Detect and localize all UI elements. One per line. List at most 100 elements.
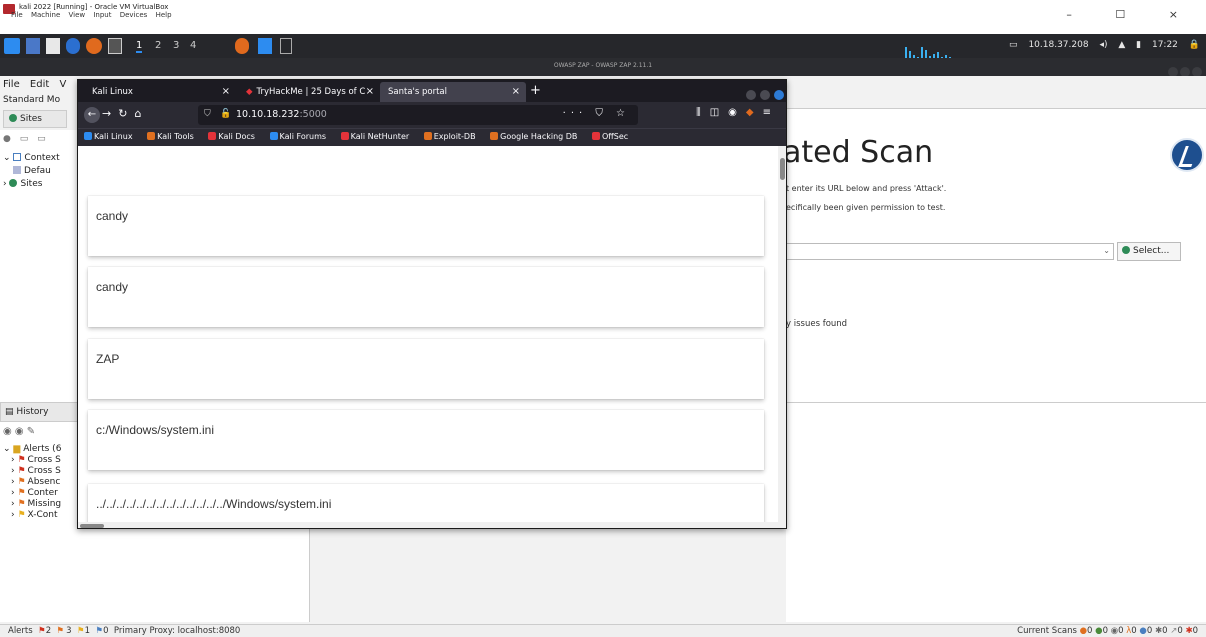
tree-sites[interactable]: › Sites — [3, 178, 60, 191]
reload-icon[interactable]: ↻ — [118, 107, 134, 120]
network-icon[interactable]: ▭ — [1009, 40, 1018, 50]
alert-item[interactable]: › ⚑ Missing — [3, 499, 61, 510]
zap-menu-view[interactable]: V — [59, 79, 66, 90]
back-icon[interactable]: ← — [84, 107, 100, 123]
alert-item[interactable]: › ⚑ Absenc — [3, 477, 61, 488]
firefox-task-icon[interactable] — [235, 38, 249, 54]
page-actions[interactable]: ··· ⛉ ☆ — [563, 108, 630, 119]
files-icon[interactable] — [46, 38, 60, 54]
close-tab-icon[interactable]: × — [512, 86, 520, 97]
zap-window-title: OWASP ZAP - OWASP ZAP 2.11.1 — [553, 62, 653, 69]
extension-icon[interactable]: ◆ — [746, 107, 763, 118]
insecure-lock-icon[interactable]: 🔓 — [220, 109, 231, 119]
library-icon[interactable]: ⫼ — [696, 107, 710, 118]
home-icon[interactable]: ⌂ — [134, 107, 148, 120]
menu-view[interactable]: View — [69, 11, 86, 19]
battery-icon[interactable]: ▮ — [1136, 40, 1141, 50]
alerts-toolbar[interactable]: ◉ ◉ ✎ — [3, 426, 35, 437]
zap-menu-file[interactable]: File — [3, 79, 20, 90]
bookmark-kali-docs[interactable]: Kali Docs — [208, 132, 261, 141]
flag-icon: ⚑ — [17, 466, 26, 476]
workspace-1[interactable]: 1 — [136, 40, 143, 53]
comment-card: c:/Windows/system.ini — [88, 410, 764, 470]
tree-contexts[interactable]: ⌄ Context — [3, 152, 60, 165]
select-button[interactable]: Select... — [1117, 242, 1181, 261]
forced-browse-icon: ✱ — [1154, 626, 1163, 636]
lock-icon[interactable]: 🔒 — [1189, 40, 1200, 50]
bookmark-kali-forums[interactable]: Kali Forums — [269, 132, 333, 141]
terminal-icon[interactable] — [26, 38, 40, 54]
volume-icon[interactable]: ◂) — [1099, 40, 1107, 50]
virtualbox-title: kali 2022 [Running] - Oracle VM VirtualB… — [19, 3, 169, 11]
forward-icon[interactable]: → — [102, 107, 118, 120]
exploit-db-icon — [423, 132, 432, 140]
text-editor-icon[interactable] — [66, 38, 80, 54]
tracking-shield-icon[interactable]: ⛉ — [204, 109, 211, 119]
alert-item[interactable]: › ⚑ X-Cont — [3, 510, 61, 521]
sites-tab[interactable]: Sites — [3, 110, 67, 128]
bookmark-kali-linux[interactable]: Kali Linux — [84, 132, 139, 141]
alerts-folder-icon: ▆ — [13, 444, 21, 454]
bookmark-exploit-db[interactable]: Exploit-DB — [423, 132, 482, 141]
sites-toolbar[interactable]: ● ▭ ▭ — [3, 134, 49, 144]
workspace-2[interactable]: 2 — [155, 40, 161, 51]
ghdb-icon — [490, 132, 499, 140]
kali-forums-icon — [269, 132, 278, 140]
close-tab-icon[interactable]: × — [366, 86, 374, 97]
workspace-3[interactable]: 3 — [173, 40, 179, 51]
primary-proxy: Primary Proxy: localhost:8080 — [113, 626, 241, 636]
alert-item[interactable]: › ⚑ Cross S — [3, 455, 61, 466]
horizontal-scrollbar[interactable] — [78, 522, 778, 528]
menu-help[interactable]: Help — [156, 11, 172, 19]
alert-item[interactable]: › ⚑ Conter — [3, 488, 61, 499]
window-controls[interactable]: – ☐ × — [1066, 8, 1198, 21]
bookmark-offsec[interactable]: OffSec — [591, 132, 634, 141]
vertical-scrollbar[interactable] — [778, 146, 786, 528]
kali-menu-icon[interactable] — [4, 38, 20, 54]
address-bar[interactable]: ⛉ 🔓 10.10.18.232:5000 ··· ⛉ ☆ — [198, 105, 638, 125]
firefox-icon[interactable] — [86, 38, 102, 54]
close-tab-icon[interactable]: × — [222, 86, 230, 97]
bookmark-google-hacking-db[interactable]: Google Hacking DB — [490, 132, 583, 141]
bookmark-kali-tools[interactable]: Kali Tools — [147, 132, 200, 141]
tab-tryhackme[interactable]: ◆ TryHackMe | 25 Days of C × — [238, 82, 380, 102]
tryhackme-favicon: ◆ — [246, 87, 253, 97]
tree-default-context[interactable]: Defau — [3, 165, 60, 178]
history-icon: ▤ — [5, 407, 17, 417]
ip-address: 10.18.37.208 — [1028, 40, 1089, 50]
kali-tools-icon — [147, 132, 156, 140]
zap-mode-select[interactable]: Standard Mo — [3, 95, 60, 105]
virtualbox-menubar: File Machine View Input Devices Help — [11, 11, 178, 19]
bookmark-kali-nethunter[interactable]: Kali NetHunter — [340, 132, 416, 141]
account-icon[interactable]: ◉ — [728, 107, 746, 118]
output-panel — [786, 402, 1206, 622]
tab-santas-portal[interactable]: Santa's portal × — [380, 82, 526, 102]
firefox-toolbar-icons[interactable]: ⫼◫◉◆≡ — [696, 107, 780, 118]
window-task-icon[interactable] — [280, 38, 292, 54]
tab-kali-linux[interactable]: Kali Linux × — [84, 82, 236, 102]
zap-menu-edit[interactable]: Edit — [30, 79, 49, 90]
notification-icon[interactable]: ▲ — [1118, 40, 1125, 50]
history-tab[interactable]: ▤ History — [0, 402, 78, 422]
new-tab-icon[interactable]: + — [530, 83, 541, 98]
alerts-root[interactable]: ⌄ ▆ Alerts (6 — [3, 444, 61, 455]
firefox-tab-bar: Kali Linux × ◆ TryHackMe | 25 Days of C ×… — [78, 80, 786, 102]
sidebar-icon[interactable]: ◫ — [710, 107, 728, 118]
menu-file[interactable]: File — [11, 11, 23, 19]
menu-machine[interactable]: Machine — [31, 11, 60, 19]
bookmarks-toolbar: Kali Linux Kali Tools Kali Docs Kali For… — [78, 128, 786, 146]
zap-task-icon[interactable] — [258, 38, 272, 54]
comment-card: candy — [88, 196, 764, 256]
menu-input[interactable]: Input — [93, 11, 111, 19]
spider-icon: ● — [1095, 626, 1103, 636]
chevron-down-icon[interactable]: ⌄ — [1103, 246, 1110, 255]
flag-icon: ⚑ — [17, 455, 26, 465]
workspace-4[interactable]: 4 — [190, 40, 196, 51]
flag-icon: ⚑ — [17, 488, 26, 498]
menu-icon[interactable]: ≡ — [763, 107, 780, 118]
alert-item[interactable]: › ⚑ Cross S — [3, 466, 61, 477]
menu-devices[interactable]: Devices — [120, 11, 148, 19]
url-to-attack-input[interactable]: ⌄ — [786, 243, 1114, 260]
terminal-menu-icon[interactable] — [108, 38, 122, 54]
flag-icon: ⚑ — [17, 477, 26, 487]
